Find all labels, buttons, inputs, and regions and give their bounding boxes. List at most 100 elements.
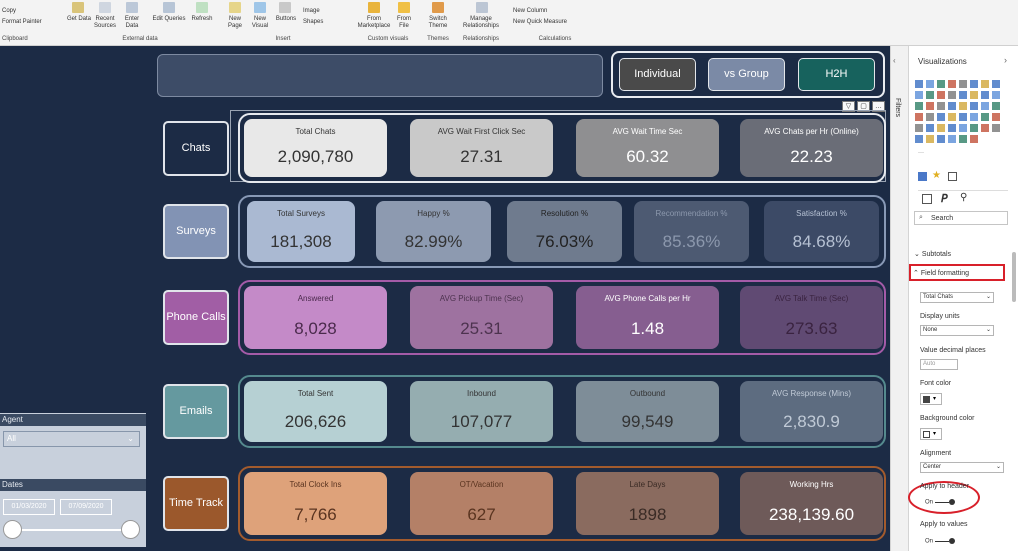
new-visual-button[interactable]: New Visual xyxy=(247,16,273,30)
date-slider-end-handle[interactable] xyxy=(121,520,140,539)
start-date-input[interactable]: 01/03/2020 xyxy=(3,499,55,515)
visual-type-icon[interactable] xyxy=(970,80,978,88)
visual-type-icon[interactable] xyxy=(926,102,934,110)
row-label-phone-calls[interactable]: Phone Calls xyxy=(163,290,229,345)
new-page-button[interactable]: New Page xyxy=(222,16,248,30)
fields-tab-icon[interactable] xyxy=(922,194,932,204)
visual-type-icon[interactable] xyxy=(948,91,956,99)
visual-type-icon[interactable] xyxy=(970,124,978,132)
kpi-card[interactable]: Total Clock Ins 7,766 xyxy=(244,472,387,535)
visual-type-icon[interactable] xyxy=(926,135,934,143)
visual-type-icon[interactable] xyxy=(959,124,967,132)
visual-type-icon[interactable] xyxy=(937,80,945,88)
kpi-card[interactable]: AVG Talk Time (Sec) 273.63 xyxy=(740,286,883,349)
visual-type-icon[interactable] xyxy=(981,102,989,110)
h2h-toggle[interactable]: H2H xyxy=(798,58,875,91)
chevron-right-icon[interactable]: › xyxy=(1004,55,1007,65)
visual-type-icon[interactable] xyxy=(915,102,923,110)
analytics-tab-icon[interactable]: ⚲ xyxy=(960,192,967,203)
pane-scrollbar[interactable] xyxy=(1012,252,1016,302)
kpi-card[interactable]: Total Sent 206,626 xyxy=(244,381,387,442)
from-file-button[interactable]: From File xyxy=(392,16,416,30)
row-label-time-track[interactable]: Time Track xyxy=(163,476,229,531)
visual-type-icon[interactable] xyxy=(992,113,1000,121)
visual-type-icon[interactable] xyxy=(937,102,945,110)
date-slider-start-handle[interactable] xyxy=(3,520,22,539)
row-label-chats[interactable]: Chats xyxy=(163,120,229,176)
switch-theme-button[interactable]: Switch Theme xyxy=(422,16,454,30)
visual-type-icon[interactable] xyxy=(970,91,978,99)
kpi-card[interactable]: AVG Wait Time Sec 60.32 xyxy=(576,119,719,177)
star-icon[interactable]: ★ xyxy=(932,170,941,181)
apply-to-values-toggle[interactable]: On xyxy=(925,538,955,545)
kpi-card[interactable]: Inbound 107,077 xyxy=(410,381,553,442)
visual-type-icon[interactable] xyxy=(915,113,923,121)
background-color-picker[interactable]: ▾ xyxy=(920,428,942,440)
chevron-left-icon[interactable]: ‹ xyxy=(893,56,896,65)
kpi-card[interactable]: Resolution % 76.03% xyxy=(507,201,622,262)
visual-type-icon[interactable] xyxy=(970,102,978,110)
visual-type-icon[interactable] xyxy=(959,135,967,143)
kpi-card[interactable]: Total Surveys 181,308 xyxy=(247,201,355,262)
visual-type-icon[interactable] xyxy=(937,124,945,132)
subtotals-section[interactable]: ⌄ Subtotals xyxy=(914,250,951,258)
recent-sources-button[interactable]: Recent Sources xyxy=(90,16,120,30)
manage-relationships-button[interactable]: Manage Relationships xyxy=(458,16,504,30)
visual-type-icon[interactable] xyxy=(981,91,989,99)
kpi-card[interactable]: AVG Chats per Hr (Online) 22.23 xyxy=(740,119,883,177)
kpi-card[interactable]: Happy % 82.99% xyxy=(376,201,491,262)
agent-dropdown[interactable]: All ⌄ xyxy=(3,431,140,447)
format-painter-button[interactable]: Format Painter xyxy=(2,19,42,26)
enter-data-button[interactable]: Enter Data xyxy=(118,16,146,30)
new-column-button[interactable]: New Column xyxy=(513,8,547,15)
end-date-input[interactable]: 07/09/2020 xyxy=(60,499,112,515)
date-slider-track[interactable] xyxy=(12,529,130,531)
buttons-button[interactable]: Buttons xyxy=(272,16,300,23)
visual-type-icon[interactable] xyxy=(959,102,967,110)
kpi-card[interactable]: Recommendation % 85.36% xyxy=(634,201,749,262)
from-marketplace-button[interactable]: From Marketplace xyxy=(353,16,395,30)
font-color-picker[interactable]: ▾ xyxy=(920,393,942,405)
format-paint-icon[interactable]: 𝘗 xyxy=(941,192,948,205)
shapes-button[interactable]: Shapes xyxy=(303,19,323,26)
new-quick-measure-button[interactable]: New Quick Measure xyxy=(513,19,567,26)
kpi-card[interactable]: AVG Response (Mins) 2,830.9 xyxy=(740,381,883,442)
edit-queries-button[interactable]: Edit Queries xyxy=(152,16,186,23)
visual-type-icon[interactable] xyxy=(981,113,989,121)
visual-type-icon[interactable] xyxy=(926,80,934,88)
visual-type-icon[interactable] xyxy=(948,80,956,88)
visual-type-icon[interactable] xyxy=(992,80,1000,88)
kpi-card[interactable]: Working Hrs 238,139.60 xyxy=(740,472,883,535)
visual-type-icon[interactable] xyxy=(959,80,967,88)
visual-type-icon[interactable] xyxy=(981,80,989,88)
visual-type-icon[interactable] xyxy=(948,113,956,121)
alignment-dropdown[interactable]: Center ⌄ xyxy=(920,462,1004,473)
row-label-surveys[interactable]: Surveys xyxy=(163,204,229,259)
visual-type-icon[interactable] xyxy=(948,135,956,143)
visual-type-icon[interactable] xyxy=(926,113,934,121)
visual-type-icon[interactable] xyxy=(992,124,1000,132)
field-formatting-section[interactable]: ⌃ Field formatting xyxy=(913,269,969,277)
filters-pane-collapsed[interactable]: ‹ Filters xyxy=(890,46,908,551)
kpi-card[interactable]: AVG Wait First Click Sec 27.31 xyxy=(410,119,553,177)
kpi-card[interactable]: Answered 8,028 xyxy=(244,286,387,349)
visual-type-icon[interactable] xyxy=(926,124,934,132)
vs-group-toggle[interactable]: vs Group xyxy=(708,58,785,91)
visual-type-icon[interactable] xyxy=(948,102,956,110)
visual-type-icon[interactable] xyxy=(981,124,989,132)
visual-type-icon[interactable] xyxy=(937,91,945,99)
apply-to-header-toggle[interactable]: On xyxy=(925,499,955,506)
fields-icon[interactable] xyxy=(918,172,927,181)
visual-type-icon[interactable] xyxy=(970,113,978,121)
visual-type-icon[interactable] xyxy=(926,91,934,99)
visual-type-icon[interactable] xyxy=(915,91,923,99)
visual-type-icon[interactable] xyxy=(959,113,967,121)
search-input[interactable]: ⌕ Search xyxy=(914,211,1008,225)
row-label-emails[interactable]: Emails xyxy=(163,384,229,439)
visual-type-icon[interactable] xyxy=(915,124,923,132)
kpi-card[interactable]: Late Days 1898 xyxy=(576,472,719,535)
kpi-card[interactable]: Satisfaction % 84.68% xyxy=(764,201,879,262)
visual-type-icon[interactable] xyxy=(937,113,945,121)
display-units-dropdown[interactable]: None ⌄ xyxy=(920,325,994,336)
copy-button[interactable]: Copy xyxy=(2,8,16,15)
